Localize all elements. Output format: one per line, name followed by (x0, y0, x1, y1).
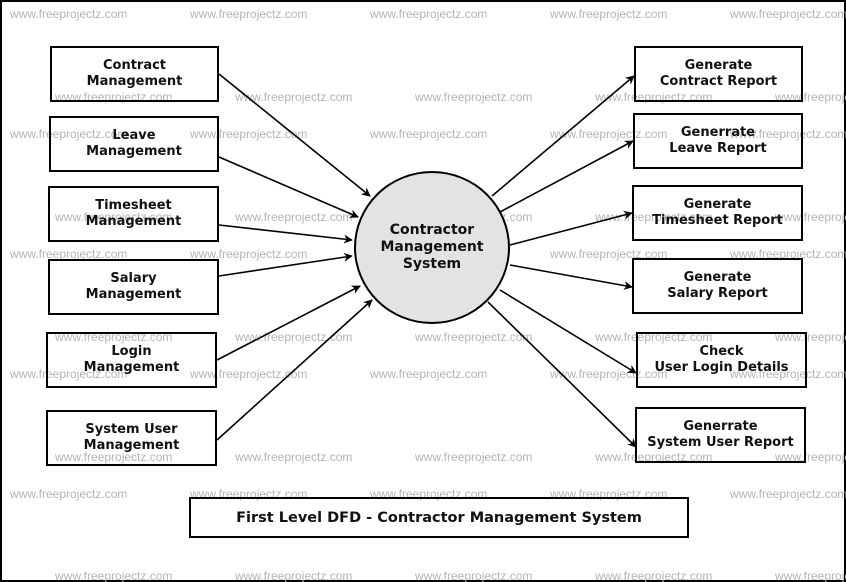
output-generate-contract-report[interactable]: Generate Contract Report (634, 46, 803, 102)
external-entity-contract-management[interactable]: Contract Management (50, 46, 219, 102)
flow-arrow-system-user-management-to-contractor-management-system (216, 299, 373, 441)
external-entity-salary-management[interactable]: Salary Management (48, 259, 219, 315)
flow-arrow-contractor-management-system-to-check-user-login-details (499, 289, 637, 374)
output-generate-salary-report[interactable]: Generate Salary Report (632, 258, 803, 314)
output-generrate-system-user-report[interactable]: Generrate System User Report (635, 407, 806, 463)
flow-arrow-contractor-management-system-to-generrate-system-user-report (487, 301, 637, 448)
external-entity-system-user-management[interactable]: System User Management (46, 410, 217, 466)
flow-arrow-timesheet-management-to-contractor-management-system (218, 224, 353, 244)
flow-arrow-contractor-management-system-to-generate-timesheet-report (509, 210, 633, 246)
flow-arrow-login-management-to-contractor-management-system (216, 285, 361, 361)
flow-arrow-leave-management-to-contractor-management-system (218, 156, 359, 218)
external-entity-leave-management[interactable]: Leave Management (49, 116, 219, 172)
flow-arrow-salary-management-to-contractor-management-system (218, 252, 353, 277)
diagram-title: First Level DFD - Contractor Management … (189, 497, 689, 538)
output-check-user-login-details[interactable]: Check User Login Details (636, 332, 807, 388)
flow-arrow-contract-management-to-contractor-management-system (218, 73, 371, 197)
output-generrate-leave-report[interactable]: Generrate Leave Report (633, 113, 803, 169)
flow-arrow-contractor-management-system-to-generate-salary-report (509, 264, 633, 290)
external-entity-login-management[interactable]: Login Management (46, 332, 217, 388)
external-entity-timesheet-management[interactable]: Timesheet Management (48, 186, 219, 242)
output-generate-timesheet-report[interactable]: Generate Timesheet Report (632, 185, 803, 241)
process-contractor-management-system[interactable]: Contractor Management System (354, 171, 510, 324)
flow-arrow-contractor-management-system-to-generrate-leave-report (499, 140, 634, 213)
dfd-canvas: www.freeprojectz.com www.freeprojectz.com… (0, 0, 846, 582)
